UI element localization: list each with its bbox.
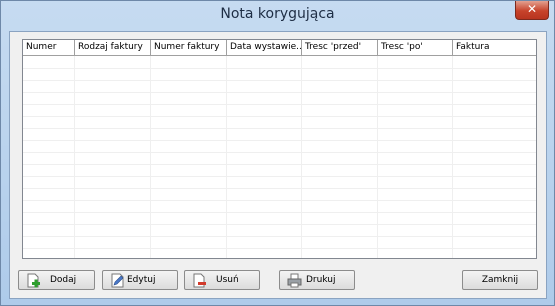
add-document-icon — [27, 273, 40, 288]
column-gridline — [377, 56, 378, 258]
column-header-tresc-przed[interactable]: Tresc 'przed' — [302, 40, 378, 55]
column-gridline — [452, 56, 453, 258]
add-button[interactable]: Dodaj — [18, 270, 95, 290]
row-gridline — [23, 176, 536, 177]
edit-button[interactable]: Edytuj — [102, 270, 178, 290]
print-button[interactable]: Drukuj — [279, 270, 355, 290]
print-button-label: Drukuj — [306, 275, 336, 285]
row-gridline — [23, 116, 536, 117]
column-gridline — [301, 56, 302, 258]
column-gridline — [150, 56, 151, 258]
close-button[interactable]: Zamknij — [462, 270, 538, 290]
row-gridline — [23, 188, 536, 189]
dialog-window: Nota korygująca ✕ Numer Rodzaj faktury N… — [0, 0, 555, 306]
dialog-content: Numer Rodzaj faktury Numer faktury Data … — [9, 31, 547, 299]
row-gridline — [23, 92, 536, 93]
column-gridline — [74, 56, 75, 258]
column-header-rodzaj-faktury[interactable]: Rodzaj faktury — [75, 40, 151, 55]
delete-document-icon — [193, 273, 206, 288]
row-gridline — [23, 68, 536, 69]
delete-button[interactable]: Usuń — [184, 270, 260, 290]
column-gridline — [226, 56, 227, 258]
title-bar[interactable]: Nota korygująca ✕ — [1, 1, 554, 29]
edit-button-label: Edytuj — [127, 275, 156, 285]
close-button-label: Zamknij — [481, 275, 519, 285]
row-gridline — [23, 224, 536, 225]
edit-pencil-icon — [111, 273, 124, 288]
column-header-data-wystawienia[interactable]: Data wystawie... — [227, 40, 302, 55]
column-header-faktura[interactable]: Faktura — [453, 40, 536, 55]
row-gridline — [23, 164, 536, 165]
notes-table[interactable]: Numer Rodzaj faktury Numer faktury Data … — [22, 39, 537, 259]
delete-button-label: Usuń — [216, 275, 239, 285]
row-gridline — [23, 80, 536, 81]
table-header: Numer Rodzaj faktury Numer faktury Data … — [23, 40, 536, 56]
window-close-button[interactable]: ✕ — [515, 1, 549, 20]
printer-icon — [287, 273, 302, 288]
column-header-numer-faktury[interactable]: Numer faktury — [151, 40, 227, 55]
row-gridline — [23, 128, 536, 129]
row-gridline — [23, 236, 536, 237]
row-gridline — [23, 152, 536, 153]
row-gridline — [23, 140, 536, 141]
row-gridline — [23, 212, 536, 213]
row-gridline — [23, 104, 536, 105]
column-header-numer[interactable]: Numer — [23, 40, 75, 55]
column-header-tresc-po[interactable]: Tresc 'po' — [378, 40, 453, 55]
add-button-label: Dodaj — [50, 275, 77, 285]
window-title: Nota korygująca — [220, 6, 335, 22]
table-body[interactable] — [23, 56, 536, 258]
row-gridline — [23, 200, 536, 201]
row-gridline — [23, 248, 536, 249]
